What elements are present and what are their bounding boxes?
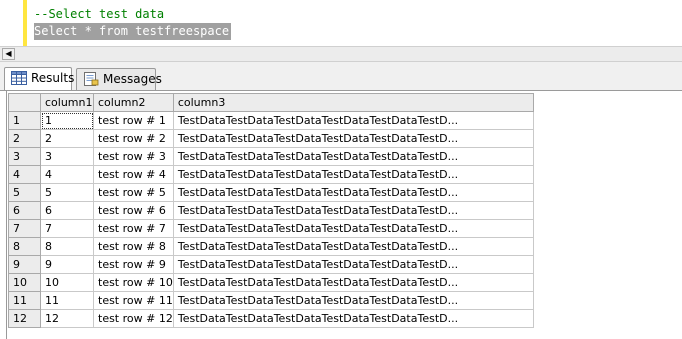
sql-editor[interactable]: --Select test data Select * from testfre… (0, 0, 682, 47)
table-row[interactable]: 9 9 test row # 9 TestDataTestDataTestDataTe… (8, 255, 534, 274)
table-cell[interactable]: test row # 11 (93, 291, 174, 310)
table-cell[interactable]: TestDataTestDataTestDataTestDataTestData… (172, 165, 534, 184)
sql-selected-line[interactable]: Select * from testfreespace (34, 23, 232, 40)
table-cell[interactable]: 3 (40, 147, 94, 166)
table-row[interactable]: 1 1 test row # 1 TestDataTestDataTestDataTe… (8, 111, 534, 130)
table-row[interactable]: 12 12 test row # 12 TestDataTestDataTestDat… (8, 309, 534, 328)
column-header[interactable]: column2 (93, 93, 174, 112)
table-cell[interactable]: 5 (40, 183, 94, 202)
table-row[interactable]: 7 7 test row # 7 TestDataTestDataTestDataTe… (8, 219, 534, 238)
table-cell[interactable]: TestDataTestDataTestDataTestDataTestData… (172, 291, 534, 310)
table-cell[interactable]: test row # 9 (93, 255, 174, 274)
table-cell[interactable]: 10 (40, 273, 94, 292)
column-header[interactable]: column3 (172, 93, 534, 112)
table-cell[interactable]: TestDataTestDataTestDataTestDataTestData… (172, 273, 534, 292)
table-row[interactable]: 3 3 test row # 3 TestDataTestDataTestDataTe… (8, 147, 534, 166)
table-cell[interactable]: 6 (40, 201, 94, 220)
row-number-cell[interactable]: 3 (8, 147, 41, 166)
editor-horizontal-scrollbar[interactable]: ◀ (0, 46, 682, 62)
grid-header-row: column1 column2 column3 (8, 93, 534, 112)
change-indicator-bar (23, 0, 27, 46)
table-cell[interactable]: test row # 10 (93, 273, 174, 292)
table-cell[interactable]: test row # 7 (93, 219, 174, 238)
table-cell[interactable]: TestDataTestDataTestDataTestDataTestData… (172, 237, 534, 256)
grid-icon (11, 71, 27, 85)
editor-gutter (0, 0, 23, 46)
table-row[interactable]: 10 10 test row # 10 TestDataTestDataTestDat… (8, 273, 534, 292)
table-row[interactable]: 6 6 test row # 6 TestDataTestDataTestDataTe… (8, 201, 534, 220)
table-cell[interactable]: test row # 5 (93, 183, 174, 202)
table-row[interactable]: 5 5 test row # 5 TestDataTestDataTestDataTe… (8, 183, 534, 202)
row-number-cell[interactable]: 2 (8, 129, 41, 148)
table-cell[interactable]: TestDataTestDataTestDataTestDataTestData… (172, 255, 534, 274)
table-cell[interactable]: test row # 1 (93, 111, 174, 130)
table-cell[interactable]: 12 (40, 309, 94, 328)
table-cell[interactable]: 9 (40, 255, 94, 274)
table-cell[interactable]: test row # 8 (93, 237, 174, 256)
messages-icon (84, 72, 99, 86)
table-cell[interactable]: TestDataTestDataTestDataTestDataTestData… (172, 309, 534, 328)
row-number-cell[interactable]: 6 (8, 201, 41, 220)
tab-results[interactable]: Results (4, 67, 75, 90)
table-cell[interactable]: TestDataTestDataTestDataTestDataTestData… (172, 183, 534, 202)
table-cell[interactable]: TestDataTestDataTestDataTestDataTestData… (172, 201, 534, 220)
results-area-border (6, 91, 7, 339)
table-cell[interactable]: 8 (40, 237, 94, 256)
table-cell[interactable]: test row # 6 (93, 201, 174, 220)
row-number-cell[interactable]: 11 (8, 291, 41, 310)
row-number-cell[interactable]: 4 (8, 165, 41, 184)
row-number-cell[interactable]: 9 (8, 255, 41, 274)
table-row[interactable]: 4 4 test row # 4 TestDataTestDataTestDataTe… (8, 165, 534, 184)
table-cell[interactable]: test row # 12 (93, 309, 174, 328)
tab-messages-label: Messages (103, 72, 162, 86)
grid-corner-cell[interactable] (8, 93, 41, 112)
row-number-cell[interactable]: 8 (8, 237, 41, 256)
table-cell[interactable]: 7 (40, 219, 94, 238)
tab-results-label: Results (31, 71, 75, 85)
table-cell[interactable]: TestDataTestDataTestDataTestDataTestData… (172, 111, 534, 130)
tab-messages[interactable]: Messages (76, 68, 162, 90)
table-cell[interactable]: test row # 4 (93, 165, 174, 184)
results-tabstrip: Results Messages (0, 62, 682, 91)
table-cell[interactable]: test row # 3 (93, 147, 174, 166)
row-number-cell[interactable]: 1 (8, 111, 41, 130)
results-grid[interactable]: column1 column2 column3 1 1 test row # 1 Te… (8, 93, 534, 328)
table-cell[interactable]: 1 (40, 111, 94, 130)
table-row[interactable]: 2 2 test row # 2 TestDataTestDataTestDataTe… (8, 129, 534, 148)
table-row[interactable]: 8 8 test row # 8 TestDataTestDataTestDataTe… (8, 237, 534, 256)
table-cell[interactable]: 4 (40, 165, 94, 184)
sql-comment-line[interactable]: --Select test data (34, 6, 164, 23)
scroll-left-arrow-icon[interactable]: ◀ (2, 48, 15, 60)
table-cell[interactable]: test row # 2 (93, 129, 174, 148)
table-row[interactable]: 11 11 test row # 11 TestDataTestDataTestDat… (8, 291, 534, 310)
row-number-cell[interactable]: 10 (8, 273, 41, 292)
column-header[interactable]: column1 (40, 93, 94, 112)
table-cell[interactable]: 2 (40, 129, 94, 148)
table-cell[interactable]: TestDataTestDataTestDataTestDataTestData… (172, 219, 534, 238)
table-cell[interactable]: TestDataTestDataTestDataTestDataTestData… (172, 147, 534, 166)
row-number-cell[interactable]: 7 (8, 219, 41, 238)
row-number-cell[interactable]: 5 (8, 183, 41, 202)
row-number-cell[interactable]: 12 (8, 309, 41, 328)
table-cell[interactable]: 11 (40, 291, 94, 310)
table-cell[interactable]: TestDataTestDataTestDataTestDataTestData… (172, 129, 534, 148)
